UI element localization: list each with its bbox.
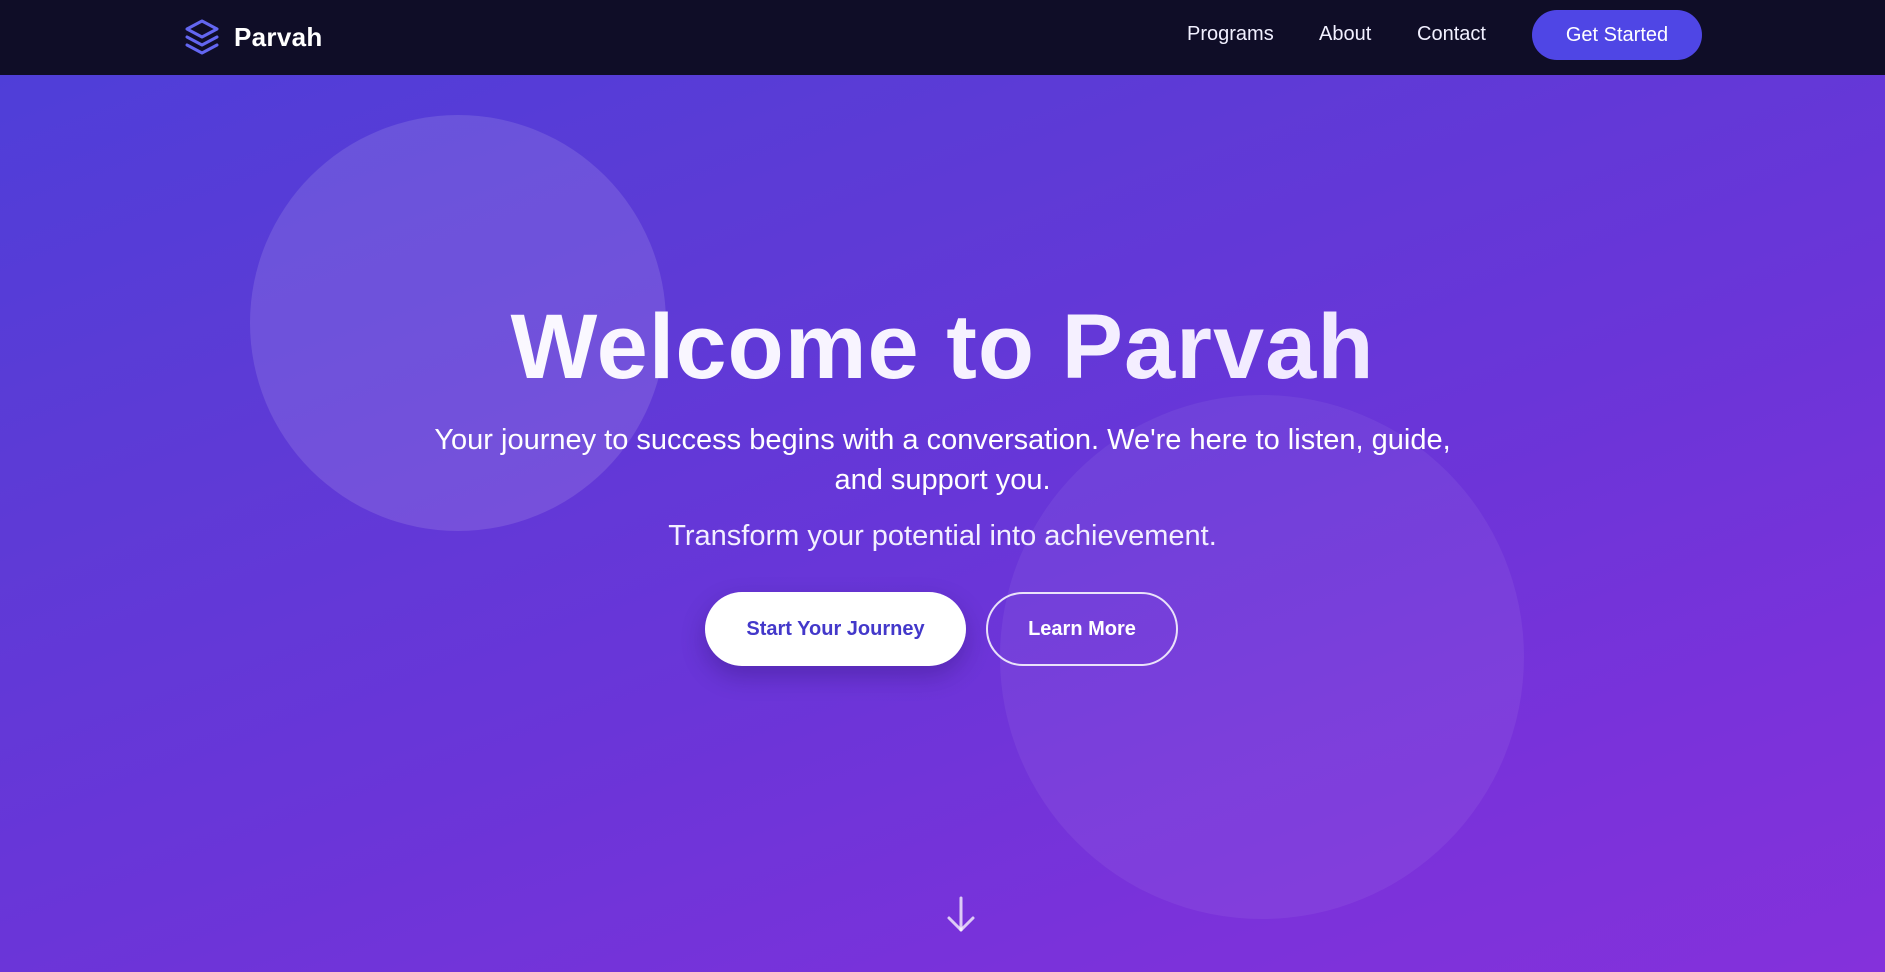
get-started-button[interactable]: Get Started: [1532, 10, 1702, 60]
start-journey-button[interactable]: Start Your Journey: [705, 592, 966, 666]
nav-link-programs[interactable]: Programs: [1187, 23, 1274, 46]
nav-link-contact[interactable]: Contact: [1417, 23, 1486, 46]
hero-tagline: Transform your potential into achievemen…: [668, 520, 1217, 552]
nav-link-about[interactable]: About: [1319, 23, 1371, 46]
arrow-down-icon[interactable]: [944, 895, 978, 935]
hero-subtitle: Your journey to success begins with a co…: [434, 424, 1451, 496]
learn-more-button[interactable]: Learn More: [986, 592, 1178, 666]
brand-name: Parvah: [234, 21, 323, 52]
layers-icon: [185, 19, 219, 55]
brand-logo-link[interactable]: Parvah: [182, 16, 323, 58]
hero-title: Welcome to Parvah: [0, 296, 1885, 398]
hero-section: Welcome to Parvah Your journey to succes…: [0, 75, 1885, 972]
top-navbar: Parvah Programs About Contact Get Starte…: [0, 0, 1885, 75]
